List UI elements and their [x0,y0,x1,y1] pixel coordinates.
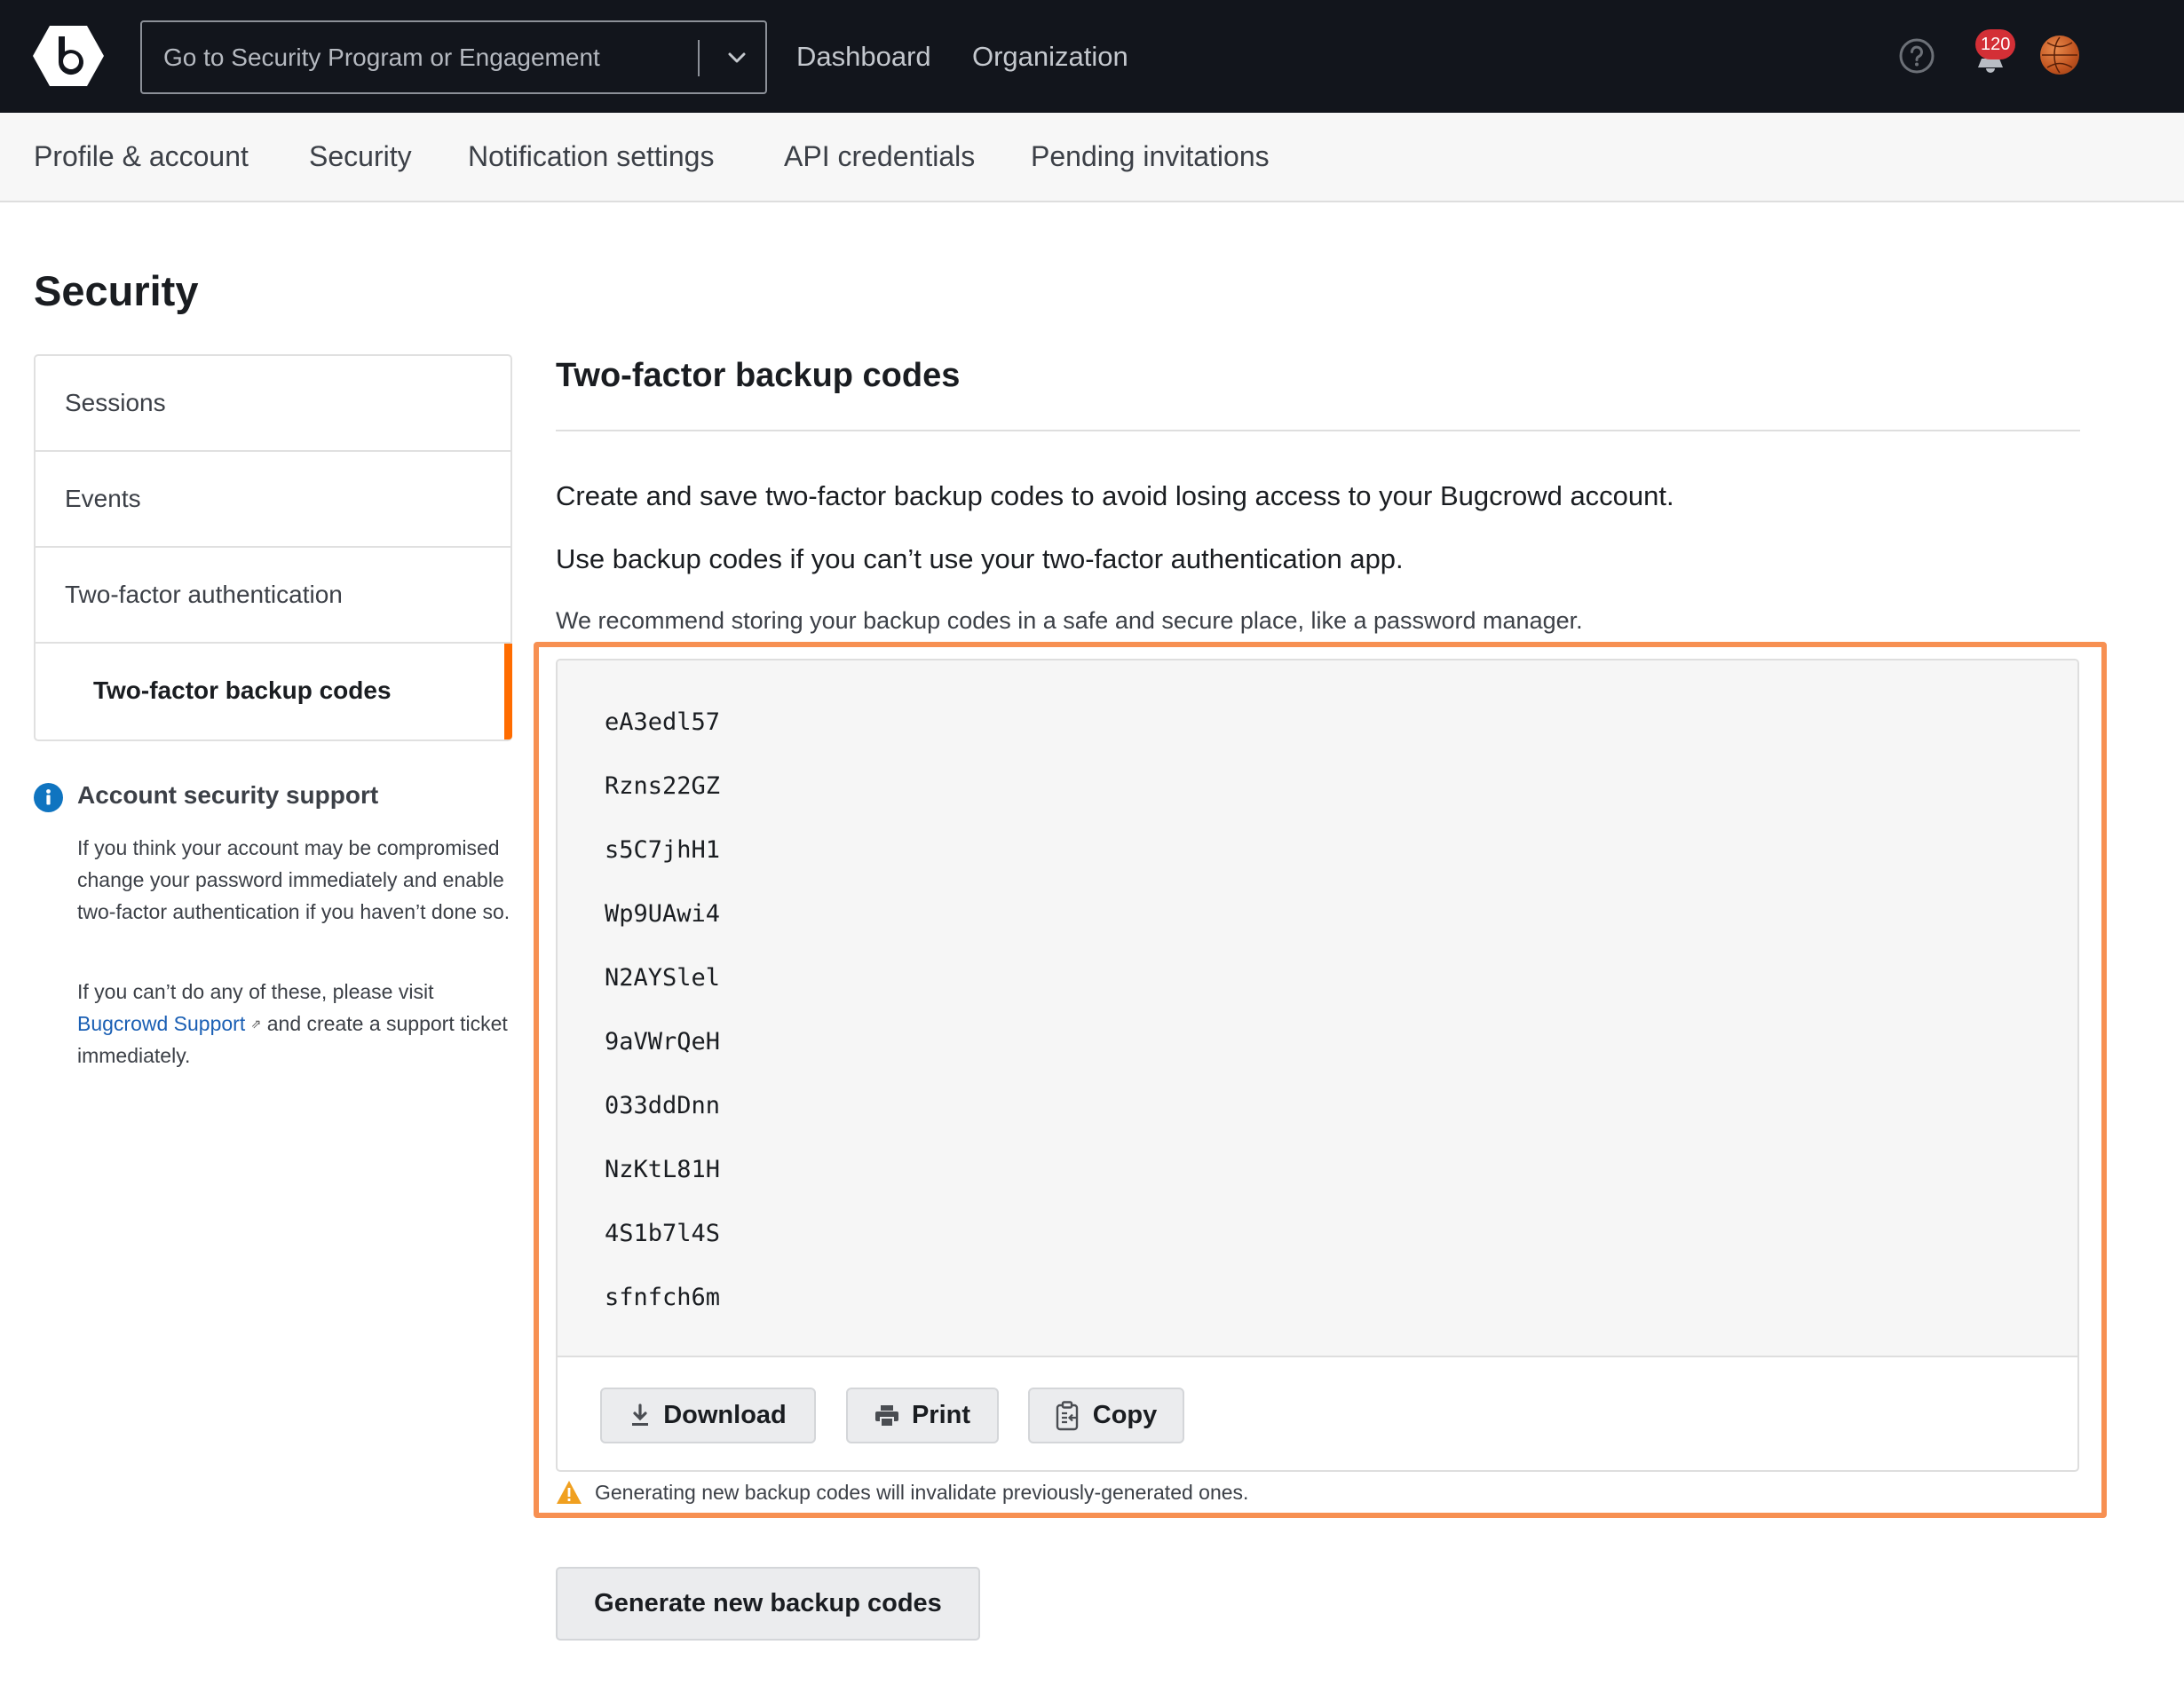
download-icon [632,1403,649,1426]
backup-code: N2AYSlel [605,964,721,992]
backup-code: NzKtL81H [605,1156,721,1183]
backup-code: 033ddDnn [605,1092,721,1119]
copy-label: Copy [1092,1401,1158,1429]
bugcrowd-support-link[interactable]: Bugcrowd Support [77,1012,245,1035]
copy-button[interactable]: Copy [1028,1388,1184,1443]
backup-code: eA3edl57 [605,708,721,736]
recommendation-text: We recommend storing your backup codes i… [556,607,1583,634]
tab-api-credentials[interactable]: API credentials [784,113,975,201]
security-sidebar-nav: Sessions Events Two-factor authenticatio… [34,354,512,741]
backup-codes-list: eA3edl57 Rzns22GZ s5C7jhH1 Wp9UAwi4 N2AY… [558,660,2077,1357]
nav-dashboard[interactable]: Dashboard [796,0,931,113]
tab-profile-account[interactable]: Profile & account [34,113,249,201]
support-title: Account security support [77,781,379,809]
backup-code: 4S1b7l4S [605,1220,721,1247]
search-divider [698,40,700,76]
sidebar-item-two-factor-backup-codes[interactable]: Two-factor backup codes [36,644,512,739]
notification-count-badge[interactable]: 120 [1975,29,2016,59]
warning-text: Generating new backup codes will invalid… [595,1480,1249,1504]
backup-code: s5C7jhH1 [605,836,721,864]
chevron-down-icon[interactable] [719,40,755,75]
program-search-combobox[interactable]: Go to Security Program or Engagement [140,20,767,94]
tab-security[interactable]: Security [309,113,412,201]
warning-icon [557,1481,582,1504]
page-title: Security [34,267,199,314]
regenerate-warning: Generating new backup codes will invalid… [556,1477,1248,1507]
support-paragraph-2: If you can’t do any of these, please vis… [77,976,512,1071]
section-title: Two-factor backup codes [556,357,961,394]
download-label: Download [663,1401,787,1429]
backup-code: Rzns22GZ [605,772,721,800]
backup-code: sfnfch6m [605,1284,721,1311]
backup-code: Wp9UAwi4 [605,900,721,928]
search-placeholder[interactable]: Go to Security Program or Engagement [163,22,600,92]
support-paragraph-2-prefix: If you can’t do any of these, please vis… [77,980,434,1003]
sidebar-item-events[interactable]: Events [36,452,510,548]
tab-pending-invitations[interactable]: Pending invitations [1031,113,1270,201]
basketball-avatar-icon [2042,36,2077,74]
tab-notification-settings[interactable]: Notification settings [468,113,714,201]
printer-icon [874,1404,898,1427]
user-avatar[interactable] [2040,36,2079,75]
generate-new-backup-codes-button[interactable]: Generate new backup codes [556,1567,980,1641]
top-navigation-bar: Go to Security Program or Engagement Das… [0,0,2184,113]
external-link-icon: ⇗ [250,1016,262,1031]
backup-codes-panel: eA3edl57 Rzns22GZ s5C7jhH1 Wp9UAwi4 N2AY… [556,659,2079,1472]
settings-tab-bar: Profile & account Security Notification … [0,113,2184,202]
sidebar-item-two-factor-authentication[interactable]: Two-factor authentication [36,548,510,644]
support-paragraph-1: If you think your account may be comprom… [77,836,510,923]
backup-code: 9aVWrQeH [605,1028,721,1056]
intro-text-2: Use backup codes if you can’t use your t… [556,543,1404,574]
intro-text-1: Create and save two-factor backup codes … [556,480,1674,511]
sidebar-item-sessions[interactable]: Sessions [36,356,510,452]
download-button[interactable]: Download [600,1388,816,1443]
bugcrowd-logo-icon[interactable] [32,24,105,88]
section-divider [556,430,2080,431]
info-icon [34,783,63,812]
print-label: Print [911,1401,971,1429]
clipboard-copy-icon [1056,1400,1078,1430]
help-icon[interactable] [1898,37,1935,75]
print-button[interactable]: Print [846,1388,999,1443]
nav-organization[interactable]: Organization [972,0,1128,113]
